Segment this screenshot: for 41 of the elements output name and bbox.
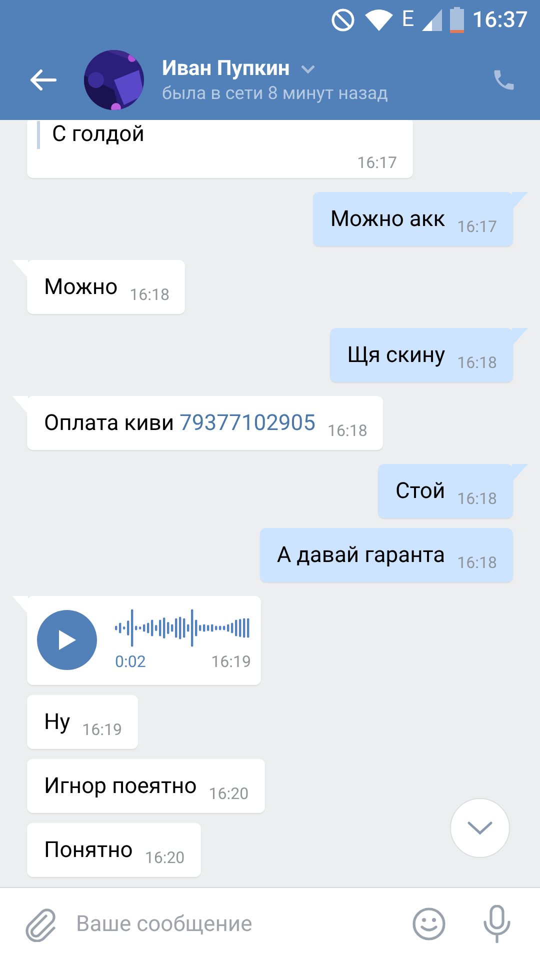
message-time: 16:20 [144, 848, 185, 867]
message-time: 16:18 [457, 553, 497, 572]
microphone-icon [482, 905, 512, 943]
do-not-disturb-icon [330, 7, 356, 33]
battery-icon [450, 7, 464, 33]
message-text: Игнор поеятно [44, 773, 197, 801]
message-time: 16:17 [457, 217, 497, 236]
network-type: E [402, 9, 414, 31]
attach-button[interactable] [24, 906, 58, 942]
message-text: Стой [395, 478, 446, 506]
message-text: Можно [44, 274, 118, 302]
message-text: Щя скину [347, 342, 446, 370]
message-text: Оплата киви 79377102905 [44, 410, 316, 438]
message-time: 16:17 [357, 153, 397, 172]
message-text: Понятно [44, 837, 133, 865]
smiley-icon [412, 907, 446, 941]
microphone-button[interactable] [482, 905, 512, 943]
clock: 16:37 [472, 8, 528, 32]
contact-name[interactable]: Иван Пупкин [162, 56, 290, 80]
signal-icon [422, 9, 442, 31]
paperclip-icon [24, 906, 58, 942]
message-time: 16:18 [457, 353, 497, 372]
message-time: 16:18 [130, 285, 170, 304]
chevron-down-icon [467, 820, 493, 836]
back-arrow-icon [29, 68, 57, 92]
chevron-down-icon [300, 64, 316, 74]
play-icon [56, 628, 78, 652]
wifi-icon [364, 8, 394, 32]
voice-duration: 0:02 [115, 652, 146, 671]
last-seen-status: была в сети 8 минут назад [162, 82, 390, 104]
message-time: 16:18 [328, 421, 368, 440]
message-time: 16:18 [457, 489, 497, 508]
message-text: Можно акк [330, 206, 446, 234]
phone-link[interactable]: 79377102905 [180, 411, 316, 436]
emoji-button[interactable] [412, 907, 446, 941]
message-text: Ну [44, 709, 70, 737]
message-time: 16:19 [211, 652, 251, 673]
message-time: 16:20 [208, 784, 249, 803]
message-time: 16:19 [82, 720, 122, 739]
message-text: А давай гаранта [276, 542, 446, 570]
message-text: С голдой [52, 121, 144, 149]
